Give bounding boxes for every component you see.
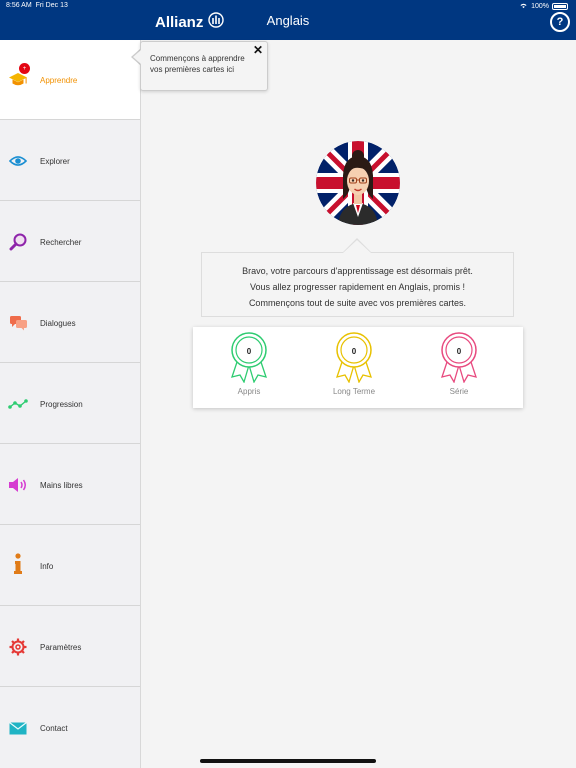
stat-label: Long Terme — [332, 387, 376, 396]
page-title: Anglais — [266, 13, 310, 28]
sidebar-item-label: Explorer — [40, 157, 70, 166]
ribbon-icon — [336, 332, 372, 384]
stat-serie[interactable]: 0 Série — [439, 331, 479, 403]
stat-long-terme[interactable]: 0 Long Terme — [333, 331, 375, 403]
speaker-icon — [8, 475, 28, 495]
wifi-icon — [519, 2, 528, 11]
message-line: Commençons tout de suite avec vos premiè… — [248, 298, 467, 308]
sidebar-item-label: Dialogues — [40, 319, 76, 328]
status-time-date: 8:56 AM Fri Dec 13 — [6, 2, 68, 9]
help-icon: ? — [556, 16, 564, 28]
info-icon — [8, 553, 28, 574]
chat-bubbles-icon — [8, 313, 28, 333]
welcome-message: Bravo, votre parcours d'apprentissage es… — [201, 252, 514, 317]
stat-value: 0 — [246, 347, 252, 356]
status-right: 100% — [519, 2, 568, 11]
sidebar-item-label: Contact — [40, 724, 68, 733]
stat-value: 0 — [351, 347, 357, 356]
sidebar-item-label: Progression — [40, 400, 83, 409]
sidebar-item-mains-libres[interactable]: Mains libres — [0, 445, 140, 525]
sidebar-item-parametres[interactable]: Paramètres — [0, 607, 140, 687]
sidebar-item-progression[interactable]: Progression — [0, 364, 140, 444]
sidebar-item-rechercher[interactable]: Rechercher — [0, 202, 140, 282]
speech-pointer-fill — [343, 240, 371, 253]
stat-label: Appris — [237, 387, 261, 396]
message-line: Bravo, votre parcours d'apprentissage es… — [242, 266, 473, 276]
message-line: Vous allez progresser rapidement en Angl… — [249, 282, 466, 292]
ribbon-icon — [441, 332, 477, 384]
tooltip-arrow-fill — [133, 50, 141, 64]
sidebar-item-label: Paramètres — [40, 643, 82, 652]
ribbon-icon — [231, 332, 267, 384]
sidebar-item-dialogues[interactable]: Dialogues — [0, 283, 140, 363]
status-time: 8:56 AM — [6, 2, 32, 9]
battery-icon — [552, 3, 568, 10]
stats-panel: 0 Appris 0 Long Terme 0 Série — [193, 327, 523, 408]
stat-appris[interactable]: 0 Appris — [229, 331, 269, 403]
stat-value: 0 — [456, 347, 462, 356]
sidebar-item-label: Info — [40, 562, 54, 571]
app-header: 8:56 AM Fri Dec 13 100% Allianz Anglais … — [0, 0, 576, 40]
teacher-avatar — [316, 141, 400, 225]
sidebar-item-explorer[interactable]: Explorer — [0, 121, 140, 201]
eye-icon — [8, 151, 28, 171]
gear-icon — [8, 637, 28, 657]
status-date: Fri Dec 13 — [35, 2, 68, 9]
sidebar-item-label: Mains libres — [40, 481, 83, 490]
sidebar-item-contact[interactable]: Contact — [0, 688, 140, 768]
new-badge: + — [19, 63, 30, 74]
help-button[interactable]: ? — [550, 12, 570, 32]
envelope-icon — [8, 718, 28, 738]
home-indicator[interactable] — [200, 759, 376, 763]
magnifier-icon — [8, 232, 28, 252]
tooltip-text: Commençons à apprendre vos premières car… — [150, 54, 245, 74]
close-icon[interactable]: ✕ — [253, 43, 263, 57]
sidebar-item-apprendre[interactable]: + Apprendre — [0, 40, 140, 120]
sidebar-item-label: Apprendre — [40, 76, 78, 85]
sidebar-item-label: Rechercher — [40, 238, 82, 247]
onboarding-tooltip: Commençons à apprendre vos premières car… — [140, 41, 268, 91]
progress-line-icon — [8, 394, 28, 414]
sidebar-item-info[interactable]: Info — [0, 526, 140, 606]
sidebar: + Apprendre Explorer Rechercher Dialogue… — [0, 40, 141, 768]
stat-label: Série — [449, 387, 469, 396]
battery-percent: 100% — [531, 3, 549, 10]
